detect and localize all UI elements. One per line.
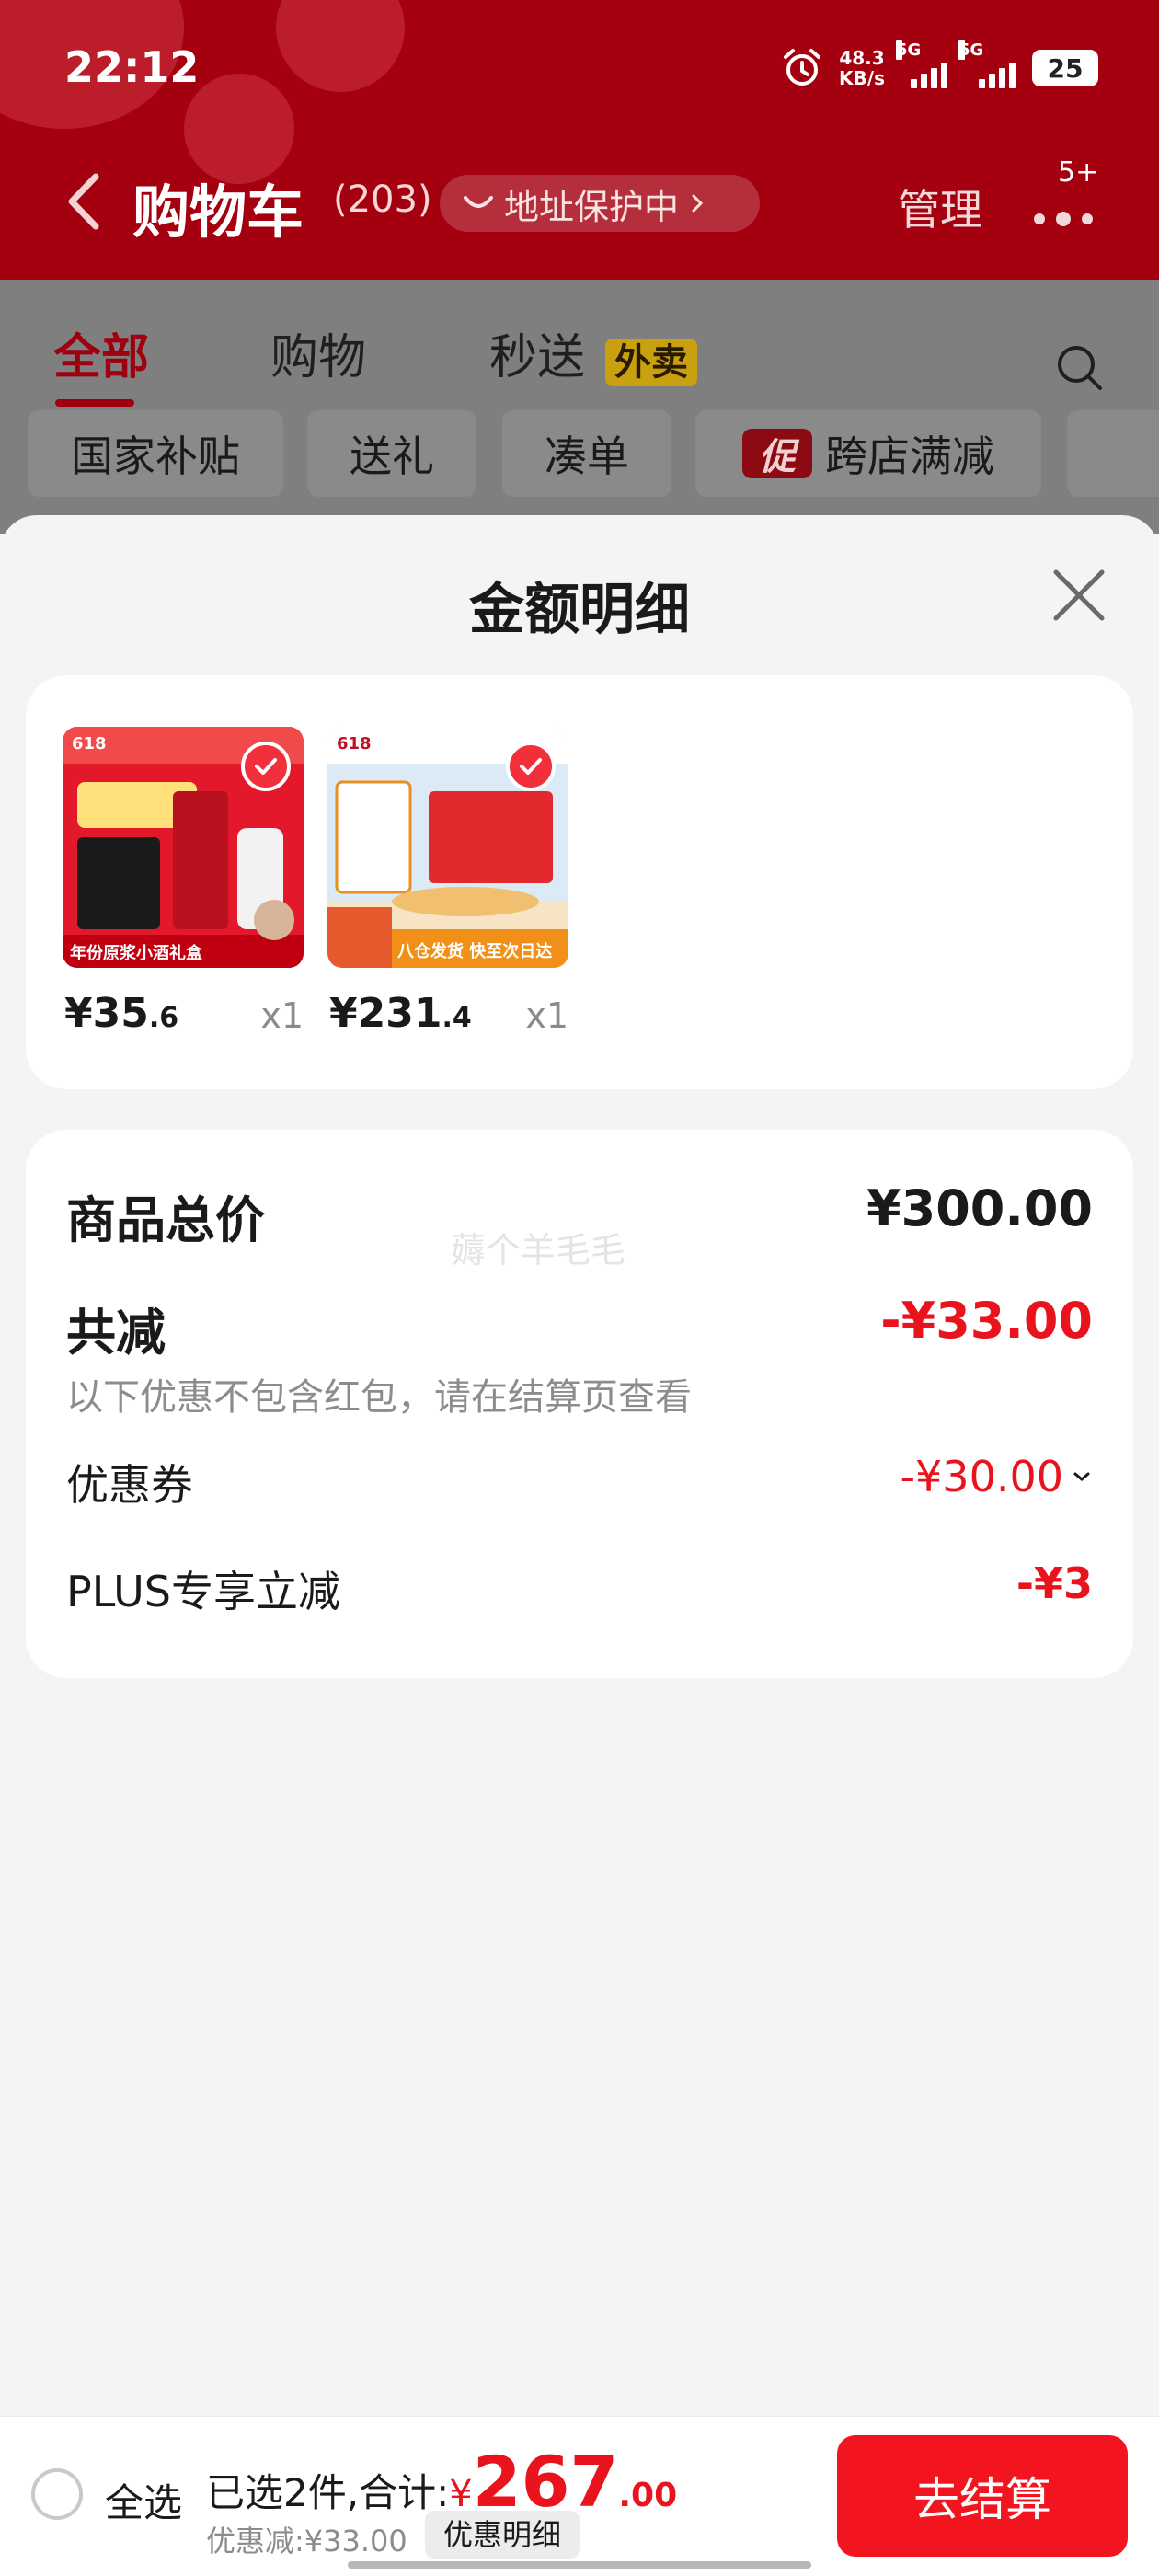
total-discount-value: -¥33.00 [880,1292,1093,1350]
close-icon[interactable] [1050,567,1107,624]
signal-icon: 5G [896,40,947,88]
select-all-radio[interactable] [31,2468,83,2520]
product-item[interactable]: 618 八仓发货 快至次日达 ¥231.4 x1 [327,727,568,1037]
checkout-button[interactable]: 去结算 [837,2435,1128,2557]
selected-prefix: 已选2件,合计: [206,2470,450,2515]
saved-amount: 优惠减:¥33.00 [206,2524,407,2559]
chip-partial[interactable] [1067,410,1159,497]
more-badge: 5+ [1058,156,1099,189]
product-thumbnail[interactable]: 618 八仓发货 快至次日达 [327,727,568,968]
product-thumbnail[interactable]: 618 年份原浆小酒礼盒 [63,727,304,968]
item-price: ¥231.4 [329,990,472,1037]
chip-gift[interactable]: 送礼 [307,410,476,497]
chip-label: 凑单 [545,431,629,481]
coupon-value: -¥30.00 [900,1452,1063,1501]
tab-all[interactable]: 全部 [53,318,149,387]
amount-detail-sheet: 金额明细 618 年份原浆小酒礼盒 ¥35.6 x1 618 八仓发货 快至次日… [0,515,1159,2576]
page-title: 购物车 [132,178,304,246]
status-icons: 48.3 KB/s 5G 5G 25 [780,40,1098,90]
item-price-dec: .4 [442,1002,472,1034]
sheet-title: 金额明细 [469,578,690,642]
total-currency: ¥ [449,2473,473,2515]
select-all-label[interactable]: 全选 [105,2472,182,2528]
tab-underline [55,399,134,407]
total-price-value: ¥300.00 [866,1179,1093,1237]
more-icon[interactable] [1028,188,1102,243]
smile-icon [464,196,493,208]
coupon-label: 优惠券 [66,1460,193,1510]
tab-shopping[interactable]: 购物 [270,318,366,387]
network-speed: 48.3 KB/s [839,48,885,88]
search-icon[interactable] [1052,340,1107,396]
address-protection-label: 地址保护中 [504,186,680,227]
chevron-right-icon [692,194,704,213]
home-indicator[interactable] [348,2561,811,2569]
status-bar: 22:12 48.3 KB/s 5G 5G 25 [0,0,1159,138]
check-icon [241,742,291,791]
check-icon [506,742,556,791]
back-icon[interactable] [59,169,114,234]
promo-badge: 促 [742,429,812,478]
status-time: 22:12 [64,42,200,92]
coupon-value-wrap: -¥30.00 [900,1452,1093,1501]
watermark: 薅个羊毛毛 [451,1230,626,1271]
item-price-dec: .6 [148,1002,179,1034]
cart-tabs: 全部 购物 秒送 外卖 [0,307,1159,407]
plus-discount-label: PLUS专享立减 [66,1567,340,1616]
total-price-label: 商品总价 [66,1191,265,1249]
chip-label: 国家补贴 [71,431,240,481]
address-protection-pill[interactable]: 地址保护中 [440,175,760,232]
item-quantity: x1 [525,995,568,1036]
total-amount-int: 267 [472,2441,619,2523]
nav-bar: 购物车 (203) 地址保护中 管理 5+ [0,156,1159,248]
battery-icon: 25 [1032,50,1098,86]
chip-label: 跨店满减 [825,431,994,481]
item-price-int: ¥231 [329,990,442,1037]
cart-count: (203) [333,178,432,221]
plus-discount-value: -¥3 [1016,1558,1093,1608]
dimmed-background[interactable]: 全部 购物 秒送 外卖 国家补贴 送礼 凑单 促 跨店满减 [0,280,1159,534]
filter-chips: 国家补贴 送礼 凑单 促 跨店满减 [0,410,1159,499]
network-speed-value: 48.3 [839,47,885,69]
selected-total: 已选2件,合计: ¥ 267 .00 [206,2441,678,2523]
total-discount-label: 共减 [66,1304,166,1362]
checkout-bar: 全选 已选2件,合计: ¥ 267 .00 优惠减:¥33.00 优惠明细 去结… [0,2416,1159,2576]
item-price: ¥35.6 [64,990,178,1037]
thumb-badge: 618 [72,734,107,753]
discount-note: 以下优惠不包含红包，请在结算页查看 [66,1376,692,1419]
signal-icon: 5G [958,40,1017,88]
total-amount-dec: .00 [618,2477,678,2514]
tab-express[interactable]: 秒送 [489,318,585,387]
header: 22:12 48.3 KB/s 5G 5G 25 购物车 (203) 地址保护中… [0,0,1159,280]
takeout-badge: 外卖 [605,339,697,386]
price-row: ¥231.4 x1 [327,990,568,1045]
chevron-down-icon[interactable] [1071,1466,1093,1488]
thumb-caption: 年份原浆小酒礼盒 [70,944,202,963]
price-row: ¥35.6 x1 [63,990,304,1045]
chip-label: 送礼 [350,431,434,481]
manage-button[interactable]: 管理 [898,177,982,237]
discount-detail-button[interactable]: 优惠明细 [425,2511,580,2559]
item-quantity: x1 [260,995,304,1036]
alarm-icon [784,49,821,86]
network-speed-unit: KB/s [839,67,885,89]
price-summary-card: 商品总价 ¥300.00 薅个羊毛毛 共减 -¥33.00 以下优惠不包含红包，… [26,1130,1133,1678]
chip-cross-store-discount[interactable]: 促 跨店满减 [695,410,1041,497]
selected-items-card: 618 年份原浆小酒礼盒 ¥35.6 x1 618 八仓发货 快至次日达 ¥23… [26,675,1133,1089]
signal-5g-label: 5G [896,40,922,60]
signal-5g-label: 5G [958,40,984,60]
chip-national-subsidy[interactable]: 国家补贴 [28,410,283,497]
thumb-caption: 八仓发货 快至次日达 [397,942,553,961]
thumb-badge: 618 [337,734,372,753]
product-item[interactable]: 618 年份原浆小酒礼盒 ¥35.6 x1 [63,727,304,1037]
item-price-int: ¥35 [64,990,149,1037]
chip-add-on[interactable]: 凑单 [502,410,671,497]
